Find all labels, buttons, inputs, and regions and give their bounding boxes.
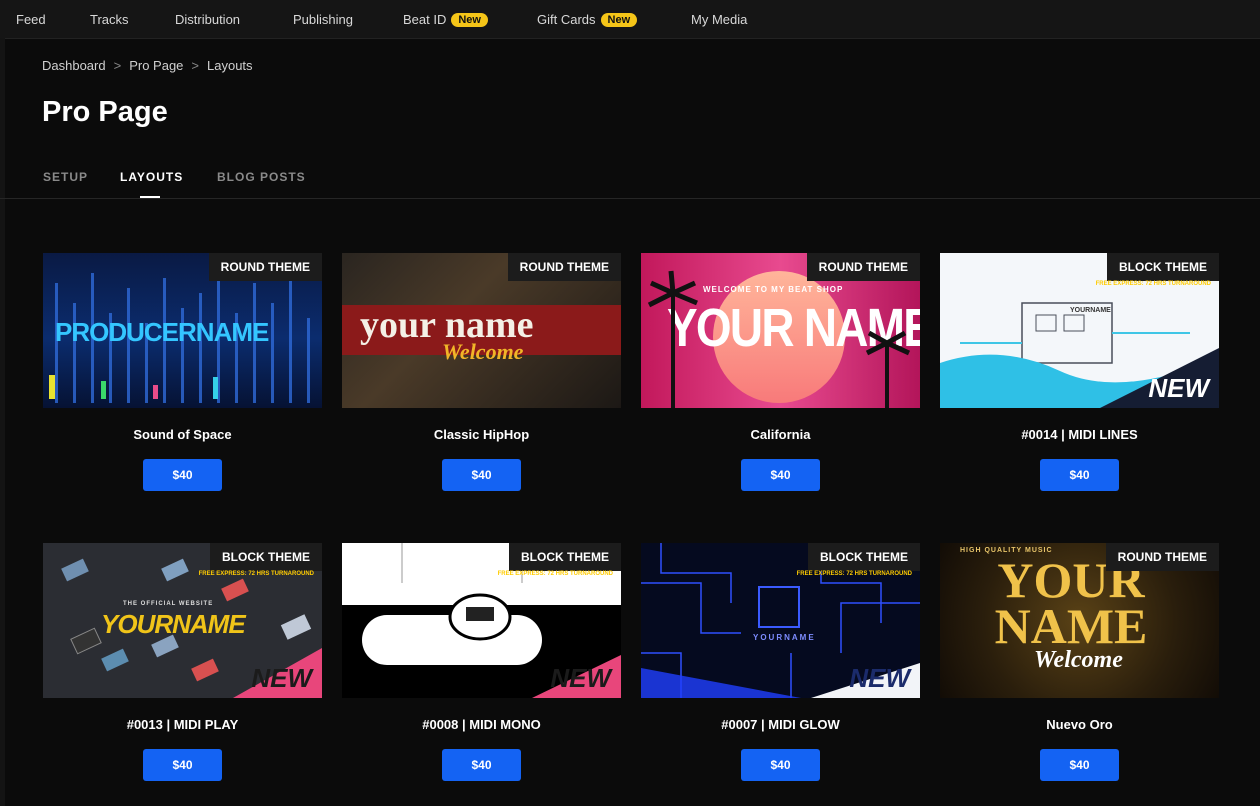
- theme-badge: ROUND THEME: [507, 253, 621, 281]
- tab-blog-posts[interactable]: BLOG POSTS: [217, 170, 306, 184]
- price-button[interactable]: $40: [1040, 459, 1119, 491]
- new-badge: New: [451, 13, 488, 27]
- theme-badge: BLOCK THEME: [509, 543, 621, 571]
- layout-thumbnail[interactable]: PRODUCERNAME ROUND THEME: [43, 253, 322, 408]
- thumbnail-art-text: YOURNAME: [101, 609, 246, 639]
- price-button[interactable]: $40: [143, 749, 222, 781]
- layout-card[interactable]: WELCOME TO MY BEAT SHOP YOUR NAME ROUND …: [641, 253, 920, 491]
- breadcrumb-dashboard[interactable]: Dashboard: [42, 58, 106, 73]
- left-edge: [0, 38, 5, 806]
- thumbnail-art-text: PRODUCERNAME: [55, 317, 269, 347]
- theme-badge: BLOCK THEME: [808, 543, 920, 571]
- breadcrumb: Dashboard > Pro Page > Layouts: [42, 58, 253, 73]
- thumbnail-art-subtext: Welcome: [442, 339, 524, 364]
- layout-name: #0014 | MIDI LINES: [1021, 427, 1138, 442]
- price-button[interactable]: $40: [1040, 749, 1119, 781]
- layout-name: Nuevo Oro: [1046, 717, 1113, 732]
- thumbnail-art-text: YOURNAME: [753, 633, 816, 642]
- price-button[interactable]: $40: [741, 459, 820, 491]
- layout-card[interactable]: THE OFFICIAL WEBSITE YOURNAME BLOCK THEM…: [43, 543, 322, 781]
- thumbnail-art-text: YOURNAME: [1070, 307, 1111, 314]
- price-button[interactable]: $40: [442, 749, 521, 781]
- thumbnail-art-subtext: Welcome: [1034, 647, 1123, 673]
- theme-badge: ROUND THEME: [1105, 543, 1219, 571]
- layout-name: California: [750, 427, 811, 442]
- layout-name: Classic HipHop: [433, 427, 530, 442]
- page-title: Pro Page: [42, 96, 168, 128]
- layout-thumbnail[interactable]: YOURNAME BLOCK THEME FREE EXPRESS: 72 HR…: [641, 543, 920, 698]
- breadcrumb-separator: >: [113, 58, 122, 73]
- nav-beat-id[interactable]: Beat ID New: [403, 12, 488, 27]
- layout-thumbnail[interactable]: BLOCK THEME FREE EXPRESS: 72 HRS TURNARO…: [342, 543, 621, 698]
- layout-name: #0007 | MIDI GLOW: [721, 717, 840, 732]
- breadcrumb-separator: >: [191, 58, 199, 73]
- nav-publishing[interactable]: Publishing: [293, 12, 353, 27]
- price-button[interactable]: $40: [442, 459, 521, 491]
- layout-thumbnail[interactable]: WELCOME TO MY BEAT SHOP YOUR NAME ROUND …: [641, 253, 920, 408]
- layout-name: #0008 | MIDI MONO: [422, 717, 541, 732]
- nav-tracks[interactable]: Tracks: [90, 12, 129, 27]
- layout-card[interactable]: HIGH QUALITY MUSIC YOUR NAME Welcome ROU…: [940, 543, 1219, 781]
- theme-badge: ROUND THEME: [208, 253, 322, 281]
- new-label: NEW: [550, 663, 611, 693]
- express-label: FREE EXPRESS: 72 HRS TURNAROUND: [796, 571, 912, 577]
- nav-my-media[interactable]: My Media: [691, 12, 747, 27]
- nav-gift-cards[interactable]: Gift Cards New: [537, 12, 638, 27]
- layout-card[interactable]: BLOCK THEME FREE EXPRESS: 72 HRS TURNARO…: [342, 543, 621, 781]
- tabs-divider: [0, 198, 1260, 199]
- layout-thumbnail[interactable]: HIGH QUALITY MUSIC YOUR NAME Welcome ROU…: [940, 543, 1219, 698]
- breadcrumb-pro-page[interactable]: Pro Page: [129, 58, 183, 73]
- layout-thumbnail[interactable]: your name Welcome ROUND THEME: [342, 253, 621, 408]
- layout-card[interactable]: YOURNAME BLOCK THEME FREE EXPRESS: 72 HR…: [940, 253, 1219, 491]
- layout-thumbnail[interactable]: THE OFFICIAL WEBSITE YOURNAME BLOCK THEM…: [43, 543, 322, 698]
- layout-card[interactable]: YOURNAME BLOCK THEME FREE EXPRESS: 72 HR…: [641, 543, 920, 781]
- new-label: NEW: [1148, 373, 1209, 403]
- theme-badge: BLOCK THEME: [1107, 253, 1219, 281]
- price-button[interactable]: $40: [741, 749, 820, 781]
- express-label: FREE EXPRESS: 72 HRS TURNAROUND: [1095, 281, 1211, 287]
- layout-card[interactable]: your name Welcome ROUND THEME Classic Hi…: [342, 253, 621, 491]
- nav-distribution[interactable]: Distribution: [175, 12, 240, 27]
- new-label: NEW: [251, 663, 312, 693]
- nav-feed[interactable]: Feed: [16, 12, 46, 27]
- thumbnail-art-subtext: THE OFFICIAL WEBSITE: [123, 601, 214, 607]
- theme-badge: BLOCK THEME: [210, 543, 322, 571]
- breadcrumb-layouts: Layouts: [207, 58, 253, 73]
- new-badge: New: [600, 13, 638, 27]
- layout-thumbnail[interactable]: YOURNAME BLOCK THEME FREE EXPRESS: 72 HR…: [940, 253, 1219, 408]
- nav-gift-cards-label: Gift Cards: [537, 12, 596, 27]
- layout-name: Sound of Space: [133, 427, 232, 442]
- express-label: FREE EXPRESS: 72 HRS TURNAROUND: [198, 571, 314, 577]
- express-label: FREE EXPRESS: 72 HRS TURNAROUND: [497, 571, 613, 577]
- new-label: NEW: [849, 663, 910, 693]
- tab-layouts[interactable]: LAYOUTS: [120, 170, 183, 184]
- layout-card[interactable]: PRODUCERNAME ROUND THEME Sound of Space …: [43, 253, 322, 491]
- top-navigation: Feed Tracks Distribution Publishing Beat…: [0, 0, 1260, 39]
- layout-name: #0013 | MIDI PLAY: [126, 717, 239, 732]
- tab-setup[interactable]: SETUP: [43, 170, 88, 184]
- price-button[interactable]: $40: [143, 459, 222, 491]
- nav-beat-id-label: Beat ID: [403, 12, 447, 27]
- theme-badge: ROUND THEME: [806, 253, 920, 281]
